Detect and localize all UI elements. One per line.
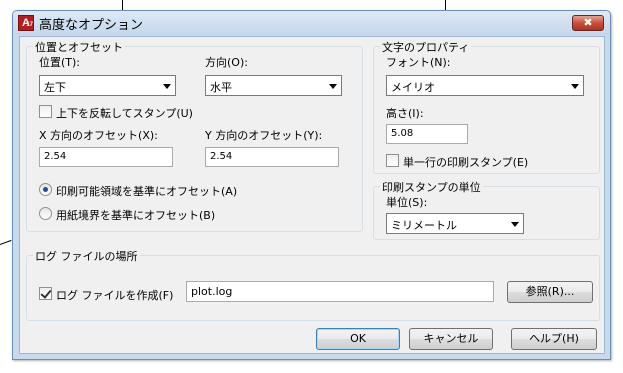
font-dropdown[interactable]: メイリオ xyxy=(386,75,584,96)
font-label: フォント(N): xyxy=(386,56,451,69)
direction-dropdown[interactable]: 水平 xyxy=(205,75,342,96)
y-offset-label: Y 方向のオフセット(Y): xyxy=(205,129,323,142)
background-line xyxy=(445,0,446,10)
stamp-units-group: 印刷スタンプの単位 単位(S): ミリメートル xyxy=(373,179,600,240)
x-offset-label: X 方向のオフセット(X): xyxy=(39,129,158,142)
advanced-options-dialog: A 17 高度なオプション ✖ 位置とオフセット 位置(T): 左下 方向(O):… xyxy=(12,10,611,360)
group-label-position-offset: 位置とオフセット xyxy=(33,39,125,55)
position-offset-group: 位置とオフセット 位置(T): 左下 方向(O): 水平 上下を反転してスタンプ… xyxy=(26,39,363,232)
single-line-stamp-checkbox[interactable] xyxy=(386,154,399,167)
help-button[interactable]: ヘルプ(H) xyxy=(511,328,597,350)
dialog-content: 位置とオフセット 位置(T): 左下 方向(O): 水平 上下を反転してスタンプ… xyxy=(19,36,605,354)
log-file-location-group: ログ ファイルの場所 ログ ファイルを作成(F) plot.log 参照(R).… xyxy=(26,248,600,321)
browse-button[interactable]: 参照(R)... xyxy=(507,281,593,303)
position-dropdown[interactable]: 左下 xyxy=(39,75,176,96)
dialog-title: 高度なオプション xyxy=(39,18,144,33)
chevron-down-icon xyxy=(163,84,171,89)
group-label-log-file: ログ ファイルの場所 xyxy=(33,248,140,264)
offset-printable-area-radio[interactable] xyxy=(39,183,52,196)
units-value: ミリメートル xyxy=(391,219,457,232)
offset-paper-edge-label[interactable]: 用紙境界を基準にオフセット(B) xyxy=(56,207,215,223)
x-offset-input[interactable]: 2.54 xyxy=(39,147,173,167)
chevron-down-icon xyxy=(511,222,519,227)
single-line-stamp-label[interactable]: 単一行の印刷スタンプ(E) xyxy=(403,154,528,170)
flip-stamp-checkbox[interactable] xyxy=(39,105,52,118)
background-line xyxy=(0,239,12,245)
position-label: 位置(T): xyxy=(39,56,81,69)
direction-value: 水平 xyxy=(210,81,232,94)
autocad-app-icon: A 17 xyxy=(18,15,34,31)
close-button[interactable]: ✖ xyxy=(572,15,604,31)
offset-paper-edge-radio[interactable] xyxy=(39,207,52,220)
cancel-button[interactable]: キャンセル xyxy=(409,328,493,350)
group-label-text-properties: 文字のプロパティ xyxy=(380,39,472,55)
offset-printable-area-label[interactable]: 印刷可能領域を基準にオフセット(A) xyxy=(56,183,237,199)
ok-button[interactable]: OK xyxy=(316,328,400,350)
font-value: メイリオ xyxy=(391,81,435,94)
height-label: 高さ(I): xyxy=(386,107,424,120)
text-properties-group: 文字のプロパティ フォント(N): メイリオ 高さ(I): 5.08 単一行の印… xyxy=(373,39,600,174)
flip-stamp-label[interactable]: 上下を反転してスタンプ(U) xyxy=(56,105,193,121)
group-label-stamp-units: 印刷スタンプの単位 xyxy=(380,179,483,195)
chevron-down-icon xyxy=(329,84,337,89)
chevron-down-icon xyxy=(571,84,579,89)
direction-label: 方向(O): xyxy=(205,56,248,69)
background-line xyxy=(122,0,123,10)
close-icon: ✖ xyxy=(583,16,593,29)
create-log-file-checkbox[interactable] xyxy=(39,287,52,300)
create-log-file-label[interactable]: ログ ファイルを作成(F) xyxy=(56,287,173,303)
log-file-path-input[interactable]: plot.log xyxy=(186,281,494,302)
height-input[interactable]: 5.08 xyxy=(386,124,468,144)
units-dropdown[interactable]: ミリメートル xyxy=(386,213,524,234)
units-label: 単位(S): xyxy=(386,196,428,209)
position-value: 左下 xyxy=(44,81,66,94)
y-offset-input[interactable]: 2.54 xyxy=(205,147,339,167)
title-bar[interactable]: A 17 高度なオプション ✖ xyxy=(13,11,610,35)
